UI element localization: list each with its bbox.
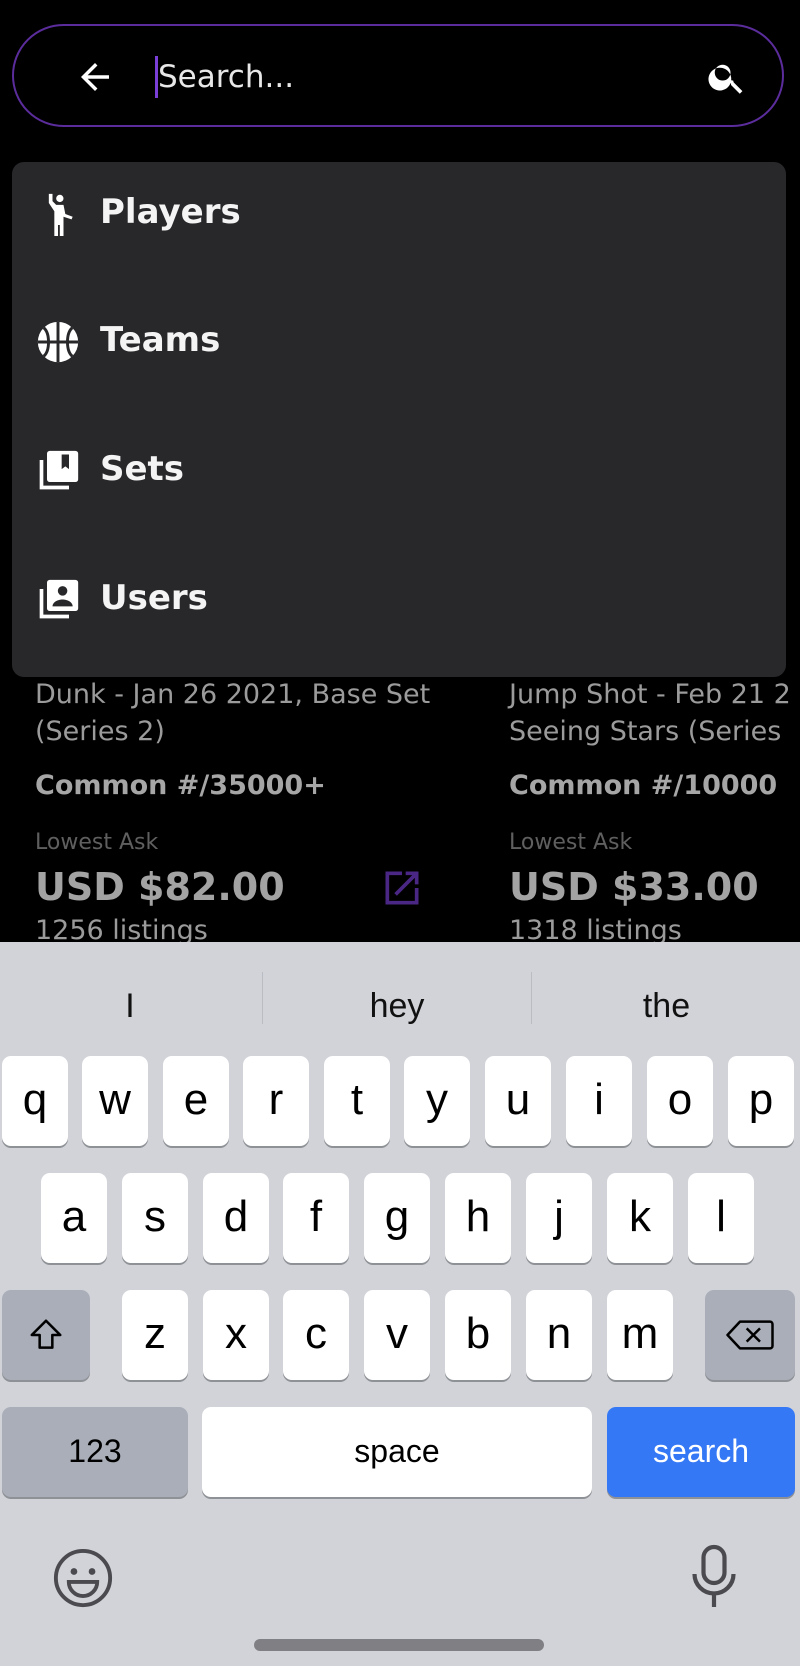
key-x[interactable]: x <box>203 1290 269 1380</box>
key-k[interactable]: k <box>607 1173 673 1263</box>
home-indicator[interactable] <box>254 1639 544 1651</box>
delete-key[interactable] <box>705 1290 795 1380</box>
search-key[interactable]: search <box>607 1407 795 1497</box>
numbers-key[interactable]: 123 <box>2 1407 188 1497</box>
key-w[interactable]: w <box>82 1056 148 1146</box>
space-key[interactable]: space <box>202 1407 592 1497</box>
key-z[interactable]: z <box>122 1290 188 1380</box>
card-rarity: Common #/10000 <box>509 770 778 801</box>
key-i[interactable]: i <box>566 1056 632 1146</box>
key-o[interactable]: o <box>647 1056 713 1146</box>
key-j[interactable]: j <box>526 1173 592 1263</box>
key-l[interactable]: l <box>688 1173 754 1263</box>
key-p[interactable]: p <box>728 1056 794 1146</box>
search-icon[interactable] <box>706 56 748 98</box>
key-t[interactable]: t <box>324 1056 390 1146</box>
menu-item-sets[interactable]: Sets <box>12 419 786 519</box>
key-d[interactable]: d <box>203 1173 269 1263</box>
card-ask-label: Lowest Ask <box>35 830 159 855</box>
backspace-icon <box>726 1320 774 1350</box>
menu-item-teams[interactable]: Teams <box>12 290 786 390</box>
search-category-menu: Players Teams Sets Users <box>12 162 786 677</box>
key-s[interactable]: s <box>122 1173 188 1263</box>
key-v[interactable]: v <box>364 1290 430 1380</box>
card-title-line1: Jump Shot - Feb 21 2 <box>509 679 791 710</box>
menu-item-players[interactable]: Players <box>12 162 786 262</box>
back-arrow-icon[interactable] <box>74 56 116 98</box>
key-q[interactable]: q <box>2 1056 68 1146</box>
on-screen-keyboard: I hey the q w e r t y u i o p a s d f g … <box>0 942 800 1666</box>
basketball-icon <box>37 321 79 363</box>
key-r[interactable]: r <box>243 1056 309 1146</box>
card-price: USD $33.00 <box>509 865 759 909</box>
key-u[interactable]: u <box>485 1056 551 1146</box>
suggestion-1[interactable]: I <box>0 980 260 1032</box>
search-bar <box>12 24 784 127</box>
card-title-line1: Dunk - Jan 26 2021, Base Set <box>35 679 431 710</box>
menu-item-label: Sets <box>100 449 185 489</box>
menu-item-label: Users <box>100 578 208 618</box>
key-e[interactable]: e <box>163 1056 229 1146</box>
key-b[interactable]: b <box>445 1290 511 1380</box>
shift-key[interactable] <box>2 1290 90 1380</box>
users-icon <box>39 579 79 619</box>
menu-item-users[interactable]: Users <box>12 548 786 648</box>
player-icon <box>48 193 73 236</box>
emoji-icon[interactable] <box>52 1547 114 1609</box>
sets-icon <box>39 450 79 490</box>
key-n[interactable]: n <box>526 1290 592 1380</box>
card-ask-label: Lowest Ask <box>509 830 633 855</box>
key-f[interactable]: f <box>283 1173 349 1263</box>
microphone-icon[interactable] <box>690 1544 738 1610</box>
suggestion-3[interactable]: the <box>533 980 800 1032</box>
key-h[interactable]: h <box>445 1173 511 1263</box>
key-a[interactable]: a <box>41 1173 107 1263</box>
suggestion-divider <box>531 972 532 1024</box>
card-rarity: Common #/35000+ <box>35 770 326 801</box>
external-link-icon[interactable] <box>380 866 424 910</box>
menu-item-label: Players <box>100 192 241 232</box>
card-title-line2: Seeing Stars (Series <box>509 716 782 747</box>
shift-icon <box>30 1319 62 1349</box>
suggestion-divider <box>262 972 263 1024</box>
key-c[interactable]: c <box>283 1290 349 1380</box>
key-y[interactable]: y <box>404 1056 470 1146</box>
card-price: USD $82.00 <box>35 865 285 909</box>
key-m[interactable]: m <box>607 1290 673 1380</box>
search-input[interactable] <box>158 48 678 106</box>
menu-item-label: Teams <box>100 320 221 360</box>
key-g[interactable]: g <box>364 1173 430 1263</box>
card-title-line2: (Series 2) <box>35 716 165 747</box>
suggestion-2[interactable]: hey <box>264 980 530 1032</box>
